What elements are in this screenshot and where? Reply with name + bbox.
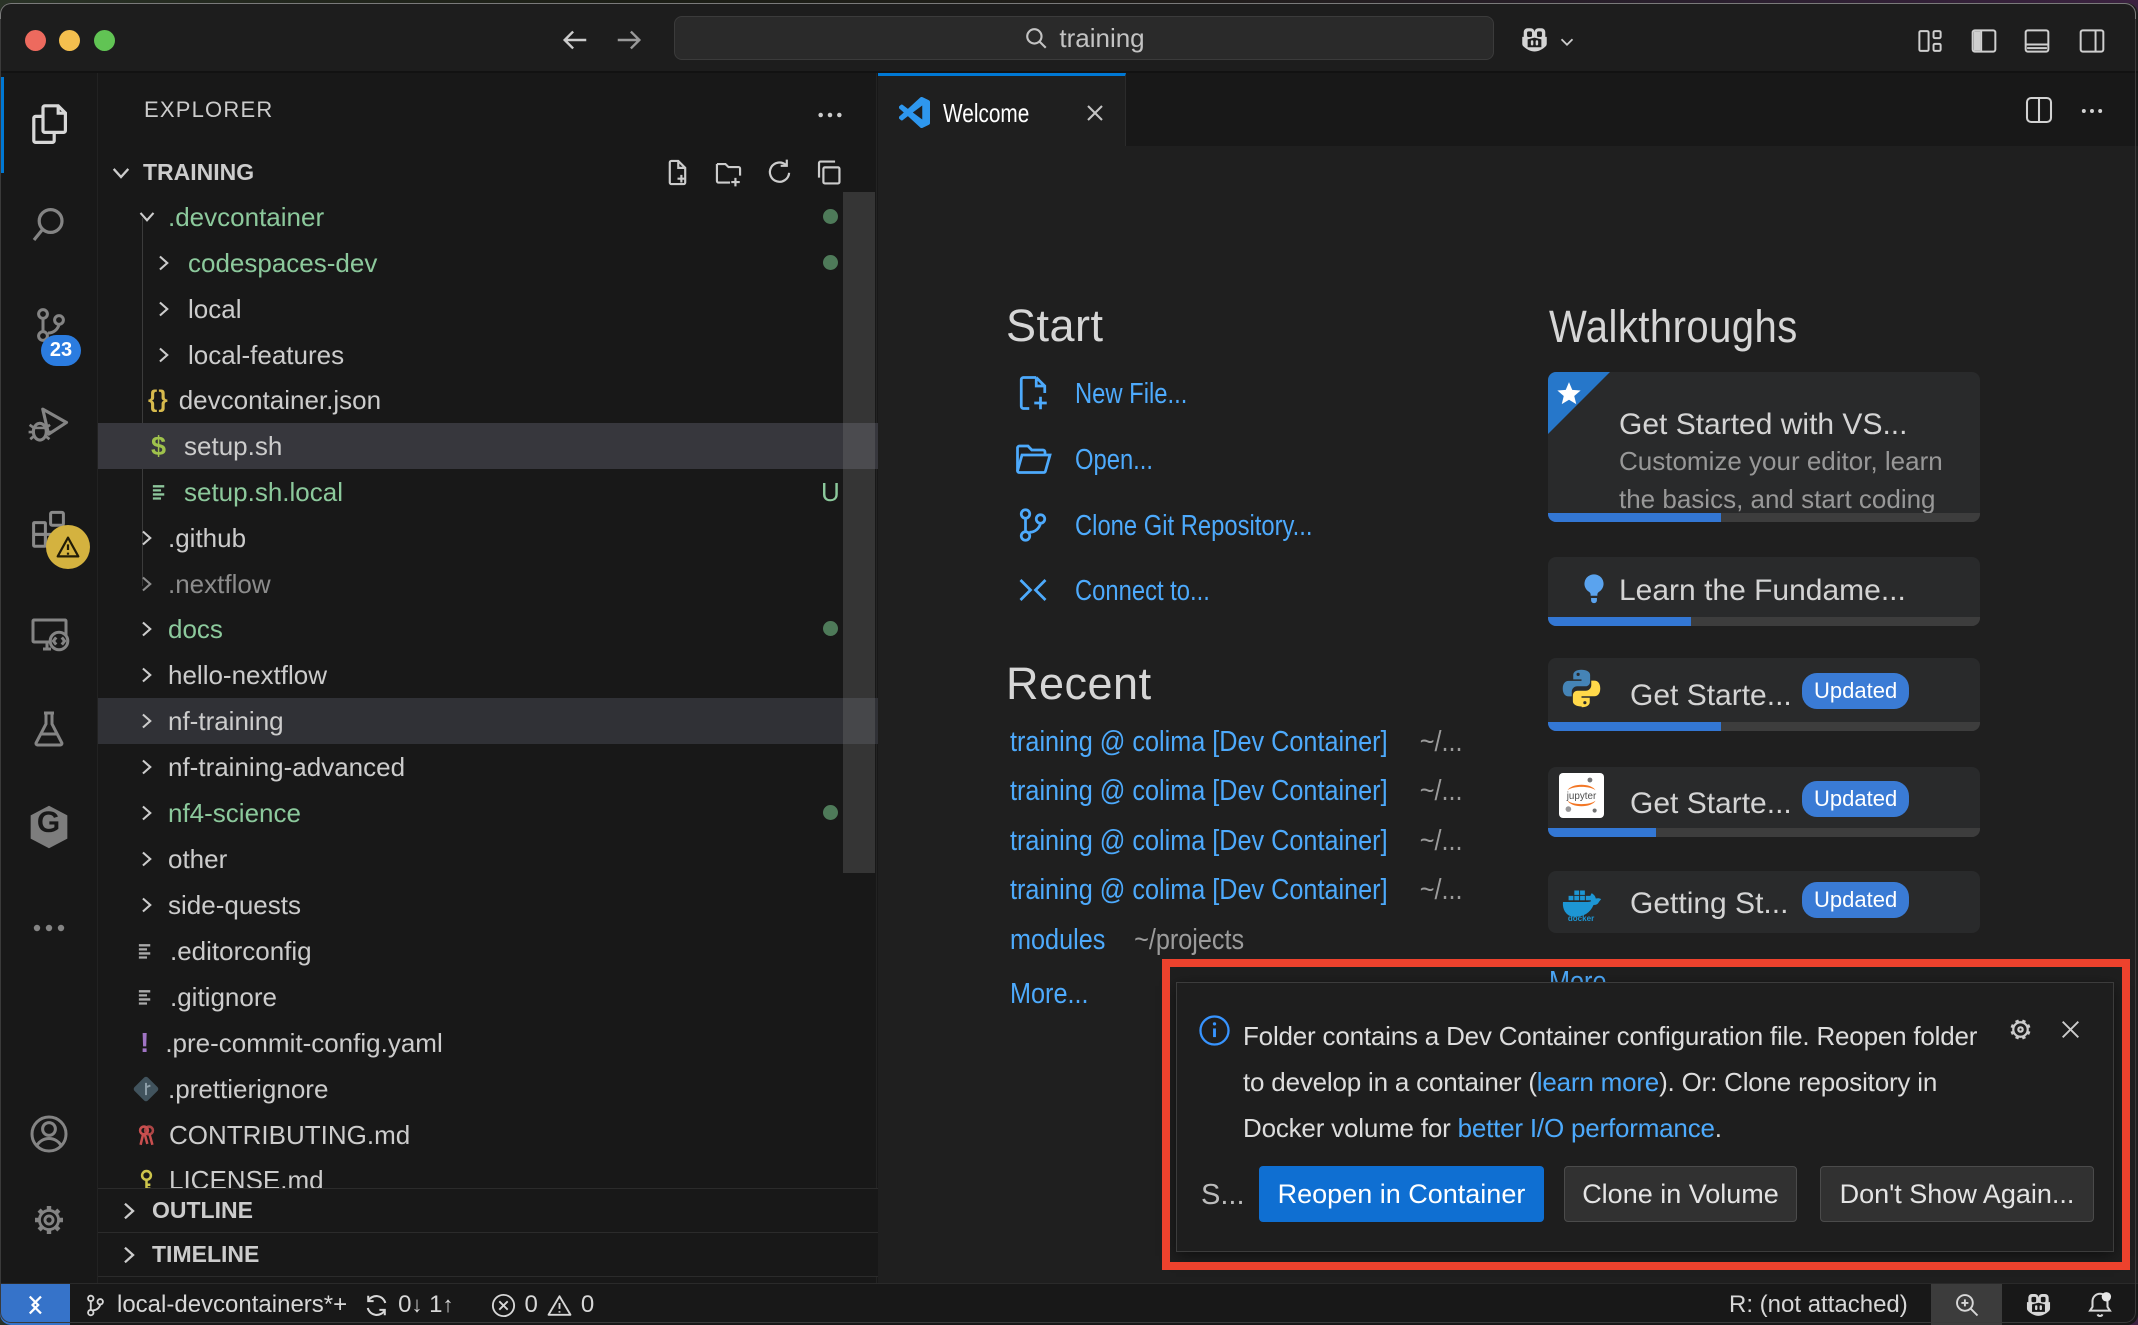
svg-text:jupyter: jupyter (1566, 791, 1597, 802)
svg-text:docker: docker (1568, 914, 1594, 923)
